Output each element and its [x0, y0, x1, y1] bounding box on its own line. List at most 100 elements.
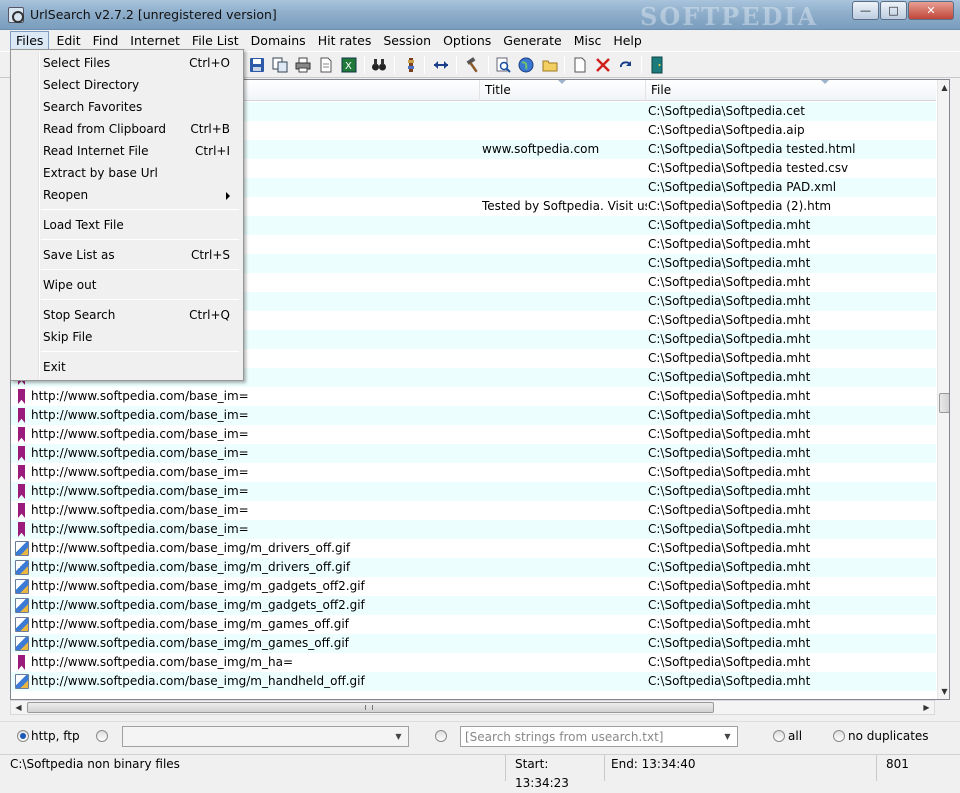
copy-files-icon[interactable] — [271, 56, 289, 74]
table-row[interactable]: http://www.softpedia.com/base_im= C:\Soft… — [11, 482, 936, 501]
menu-item-save-list-as[interactable]: Save List as Ctrl+S — [14, 244, 240, 266]
folder-icon[interactable] — [541, 56, 559, 74]
table-row[interactable]: http://www.softpedia.com/base_im= C:\Soft… — [11, 444, 936, 463]
row-title: Tested by Softpedia. Visit us ... — [482, 199, 647, 213]
table-row[interactable]: http://www.softpedia.com/base_img/m_game… — [11, 615, 936, 634]
menu-item-skip-file[interactable]: Skip File — [14, 326, 240, 348]
table-row[interactable]: http://www.softpedia.com/base_img/m_driv… — [11, 539, 936, 558]
no-duplicates-label: no duplicates — [848, 729, 929, 743]
search-strings-radio[interactable] — [435, 730, 447, 742]
new-file-icon[interactable] — [571, 56, 589, 74]
menu-item-search-favorites[interactable]: Search Favorites — [14, 96, 240, 118]
combo-radio[interactable] — [96, 730, 108, 742]
menu-internet[interactable]: Internet — [125, 32, 185, 49]
menu-separator — [41, 239, 239, 240]
hammer-icon[interactable] — [464, 56, 482, 74]
search-strings-combo[interactable]: [Search strings from usearch.txt] ▼ — [460, 726, 738, 747]
row-title: www.softpedia.com — [482, 142, 600, 156]
close-button[interactable]: ✕ — [908, 1, 954, 20]
menu-item-stop-search[interactable]: Stop Search Ctrl+Q — [14, 304, 240, 326]
minimize-icon: — — [860, 4, 871, 17]
horizontal-scroll-thumb[interactable] — [27, 702, 714, 713]
scroll-up-icon[interactable]: ▲ — [938, 81, 949, 94]
menu-item-label: Extract by base Url — [43, 166, 158, 180]
menu-domains[interactable]: Domains — [246, 32, 311, 49]
menu-file-list[interactable]: File List — [187, 32, 244, 49]
menu-item-select-files[interactable]: Select Files Ctrl+O — [14, 52, 240, 74]
filter-icon[interactable] — [402, 56, 420, 74]
menu-misc[interactable]: Misc — [569, 32, 607, 49]
row-file: C:\Softpedia\Softpedia.mht — [648, 465, 811, 479]
maximize-button[interactable]: □ — [880, 1, 907, 20]
filter-combo[interactable]: ▼ — [122, 726, 409, 747]
menu-session[interactable]: Session — [378, 32, 436, 49]
table-row[interactable]: http://www.softpedia.com/base_im= C:\Soft… — [11, 463, 936, 482]
chevron-down-icon[interactable]: ▼ — [390, 728, 407, 745]
bookmark-icon — [18, 465, 25, 480]
menu-item-label: Exit — [43, 360, 66, 374]
image-file-icon — [15, 636, 29, 651]
menu-item-load-text-file[interactable]: Load Text File — [14, 214, 240, 236]
globe-icon[interactable] — [517, 56, 535, 74]
vertical-scrollbar[interactable]: ▲ ▼ — [937, 80, 949, 699]
row-file: C:\Softpedia\Softpedia.mht — [648, 370, 811, 384]
menu-item-select-directory[interactable]: Select Directory — [14, 74, 240, 96]
menu-generate[interactable]: Generate — [498, 32, 566, 49]
menu-item-label: Skip File — [43, 330, 93, 344]
menu-item-read-from-clipboard[interactable]: Read from Clipboard Ctrl+B — [14, 118, 240, 140]
table-row[interactable]: http://www.softpedia.com/base_im= C:\Soft… — [11, 501, 936, 520]
chevron-down-icon[interactable]: ▼ — [719, 728, 736, 745]
delete-icon[interactable] — [594, 56, 612, 74]
app-icon[interactable] — [8, 7, 24, 23]
table-row[interactable]: http://www.softpedia.com/base_im= C:\Soft… — [11, 406, 936, 425]
vertical-scroll-thumb[interactable] — [939, 393, 949, 413]
scroll-left-icon[interactable]: ◀ — [11, 701, 26, 714]
minimize-button[interactable]: — — [852, 1, 879, 20]
menu-edit[interactable]: Edit — [51, 32, 85, 49]
print-icon[interactable] — [294, 56, 312, 74]
table-row[interactable]: http://www.softpedia.com/base_img/m_driv… — [11, 558, 936, 577]
bookmark-icon — [18, 446, 25, 461]
menu-help[interactable]: Help — [608, 32, 647, 49]
table-row[interactable]: http://www.softpedia.com/base_img/m_ha= C… — [11, 653, 936, 672]
horizontal-scrollbar[interactable]: ◀ ▶ — [10, 700, 935, 715]
all-radio[interactable] — [773, 730, 785, 742]
table-row[interactable]: http://www.softpedia.com/base_im= C:\Soft… — [11, 425, 936, 444]
table-row[interactable]: http://www.softpedia.com/base_img/m_gadg… — [11, 577, 936, 596]
row-file: C:\Softpedia\Softpedia.mht — [648, 218, 811, 232]
menu-separator — [41, 269, 239, 270]
menu-item-extract-by-base-url[interactable]: Extract by base Url — [14, 162, 240, 184]
table-row[interactable]: http://www.softpedia.com/base_img/m_gadg… — [11, 596, 936, 615]
menu-hit-rates[interactable]: Hit rates — [313, 32, 377, 49]
row-file: C:\Softpedia\Softpedia.mht — [648, 674, 811, 688]
document-icon[interactable] — [317, 56, 335, 74]
image-file-icon — [15, 560, 29, 575]
row-file: C:\Softpedia\Softpedia.mht — [648, 237, 811, 251]
excel-icon[interactable]: X — [340, 56, 358, 74]
scroll-right-icon[interactable]: ▶ — [919, 701, 934, 714]
table-row[interactable]: http://www.softpedia.com/base_img/m_game… — [11, 634, 936, 653]
menu-item-reopen[interactable]: Reopen — [14, 184, 240, 206]
http-ftp-radio[interactable] — [17, 730, 29, 742]
exit-door-icon[interactable] — [648, 56, 666, 74]
find-icon[interactable] — [494, 56, 512, 74]
menu-item-read-internet-file[interactable]: Read Internet File Ctrl+I — [14, 140, 240, 162]
save-icon[interactable] — [248, 56, 266, 74]
table-row[interactable]: http://www.softpedia.com/base_img/m_hand… — [11, 672, 936, 691]
menu-options[interactable]: Options — [438, 32, 496, 49]
table-row[interactable]: http://www.softpedia.com/base_im= C:\Soft… — [11, 520, 936, 539]
row-file: C:\Softpedia\Softpedia.cet — [648, 104, 805, 118]
menu-find[interactable]: Find — [88, 32, 124, 49]
table-row[interactable]: http://www.softpedia.com/base_im= C:\Soft… — [11, 387, 936, 406]
no-duplicates-radio[interactable] — [833, 730, 845, 742]
row-file: C:\Softpedia\Softpedia.mht — [648, 351, 811, 365]
menu-item-wipe-out[interactable]: Wipe out — [14, 274, 240, 296]
menu-item-exit[interactable]: Exit — [14, 356, 240, 378]
menu-files[interactable]: Files — [10, 30, 50, 50]
expand-width-icon[interactable] — [432, 56, 450, 74]
binoculars-icon[interactable] — [370, 56, 388, 74]
menu-separator — [41, 351, 239, 352]
redo-icon[interactable] — [617, 56, 635, 74]
scroll-down-icon[interactable]: ▼ — [938, 685, 949, 698]
column-header-file[interactable]: File — [646, 80, 936, 101]
